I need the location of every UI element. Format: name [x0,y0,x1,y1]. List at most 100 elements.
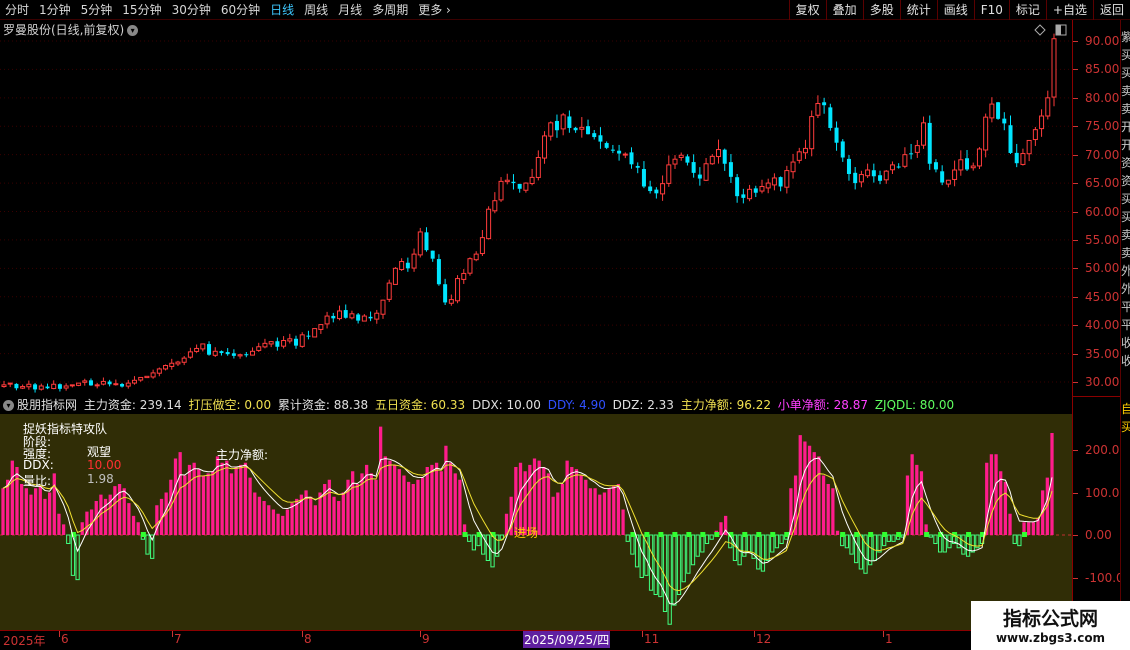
period-tab-2[interactable]: 5分钟 [76,0,118,20]
baseline-marker [140,532,146,537]
indicator-bar [719,522,723,535]
candle [889,161,895,175]
price-axis-label: 35.00 [1085,346,1120,361]
indicator-bar [374,479,378,535]
candle-body [14,383,19,389]
candle [299,332,305,348]
indicator-bar [341,492,345,535]
candle [996,101,1001,120]
tool-button-8[interactable]: 返回 [1092,0,1130,20]
candle-body [697,174,702,179]
candle [846,155,851,181]
baseline-marker [658,532,664,537]
candlestick-chart[interactable] [0,20,1072,396]
price-chart-panel[interactable] [0,20,1072,396]
price-axis-tick [1073,239,1078,241]
candle-body [921,122,927,146]
indicator-bar [290,503,294,535]
indicator-bar [234,467,238,535]
period-tab-10[interactable]: 更多 › [413,0,456,20]
indicator-bar [397,469,401,535]
candle [560,112,566,136]
period-tab-0[interactable]: 分时 [0,0,34,20]
candle-body [150,372,156,378]
tool-button-5[interactable]: F10 [973,0,1009,20]
tool-button-6[interactable]: 标记 [1008,0,1046,20]
indicator-name[interactable]: 股朋指标网 [17,398,77,412]
candle-body [735,177,740,197]
candle [219,350,224,356]
indicator-bar [584,479,588,535]
date-label-jul: 7 [174,632,182,646]
candle [194,344,200,353]
candle [765,178,771,194]
indicator-panel[interactable]: 捉妖指标特攻队 阶段: 强度: 观望 DDX: 10.00 量比: 1.98 主… [0,414,1072,630]
right-side-strip[interactable]: 紫买买卖卖开开资资买买卖卖外外平平收收自买 [1120,20,1130,630]
indicator-bar [756,534,761,570]
candle-body [796,151,802,161]
candle-body [790,161,796,173]
period-tab-6[interactable]: 日线 [265,0,299,20]
candle [200,343,206,352]
period-tab-3[interactable]: 15分钟 [117,0,166,20]
candle [411,248,417,272]
indicator-bar [667,534,672,625]
candle-body [865,169,871,177]
period-tab-8[interactable]: 月线 [333,0,367,20]
date-label-year: 2025年 [3,634,46,648]
tool-button-2[interactable]: 多股 [862,0,900,20]
candle [610,144,615,154]
tool-button-1[interactable]: 叠加 [825,0,863,20]
candle-body [94,384,100,387]
period-tab-4[interactable]: 30分钟 [167,0,216,20]
candle-body [778,177,783,187]
indicator-bar [66,534,71,544]
candle [150,369,156,379]
period-tab-7[interactable]: 周线 [299,0,333,20]
indicator-bar [448,462,453,535]
tool-button-7[interactable]: +自选 [1045,0,1093,20]
period-tab-9[interactable]: 多周期 [367,0,413,20]
tool-button-3[interactable]: 统计 [899,0,937,20]
indicator-chart[interactable] [0,414,1072,630]
candle [14,383,19,391]
diamond-icon[interactable] [1034,24,1046,36]
candle-body [511,181,516,184]
indicator-bar [835,530,840,535]
indicator-bar [458,479,462,535]
candle [486,206,492,240]
candle-body [722,149,727,164]
candle [1014,143,1019,168]
indicator-bar [593,488,597,535]
candle [120,382,125,388]
indicator-bar [653,534,658,595]
stock-title[interactable]: 罗曼股份(日线,前复权) ▾ [3,21,139,38]
candle-body [622,153,628,156]
tool-button-0[interactable]: 复权 [788,0,826,20]
candle-body [1020,153,1026,165]
chevron-down-icon[interactable]: ▾ [127,25,139,36]
date-label-dec: 12 [756,632,772,646]
tool-button-4[interactable]: 画线 [936,0,974,20]
candle-body [392,267,398,285]
indicator-bar [1012,534,1017,544]
indicator-bar [844,534,849,549]
indicator-bar [453,473,457,535]
indicator-bar [131,515,136,535]
candle [436,254,441,286]
candle-body [368,316,373,319]
candle-body [883,170,889,181]
candle [306,330,311,340]
candle [771,173,777,191]
candle-body [989,103,995,119]
date-tick [754,631,755,637]
candle-body [244,354,249,356]
chevron-down-icon[interactable]: ▾ [3,400,14,411]
candle-body [504,179,510,183]
candle-body [399,261,405,271]
candle [871,163,876,183]
candle [529,168,535,186]
period-tab-5[interactable]: 60分钟 [216,0,265,20]
period-tab-1[interactable]: 1分钟 [34,0,76,20]
candle [952,160,958,187]
